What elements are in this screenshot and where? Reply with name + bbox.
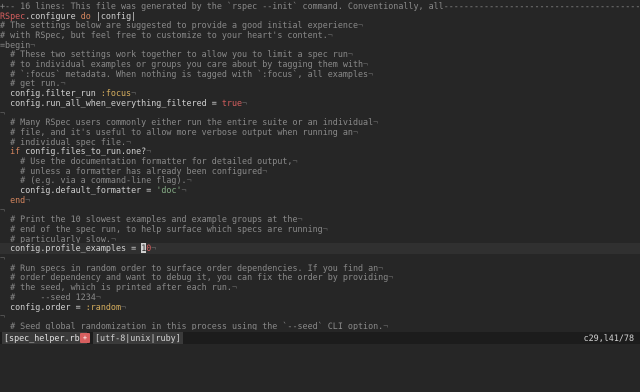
code-token: ¬ xyxy=(95,291,101,302)
modified-icon: + xyxy=(80,333,90,343)
code-token: # Many RSpec users commonly either run t… xyxy=(0,117,374,128)
code-token: ¬ xyxy=(146,146,152,157)
code-token: true xyxy=(221,97,243,108)
code-token: RSpec xyxy=(0,10,26,21)
code-token: ¬ xyxy=(231,282,237,293)
code-token: ¬ xyxy=(242,97,248,108)
code-token: ¬ xyxy=(352,126,358,137)
code-token: # The settings below are suggested to pr… xyxy=(0,20,358,31)
command-line[interactable] xyxy=(0,346,640,360)
code-token: do xyxy=(80,10,91,21)
status-filename: [spec_helper.rb] xyxy=(2,332,87,344)
status-bar: [spec_helper.rb] + [utf-8|unix|ruby] c29… xyxy=(0,332,640,344)
editor-pane[interactable]: +-- 16 lines: This file was generated by… xyxy=(0,0,640,330)
code-token: ¬ xyxy=(181,185,187,196)
code-token: ¬ xyxy=(0,253,6,263)
code-token: end xyxy=(0,194,26,205)
code-token: ¬ xyxy=(373,117,379,128)
code-token: # with RSpec, but feel free to customize… xyxy=(0,29,328,40)
code-token: ¬ xyxy=(25,194,31,205)
status-encoding: [utf-8|unix|ruby] xyxy=(93,332,183,344)
code-token: ¬ xyxy=(347,49,353,60)
code-token: config.profile_examples = xyxy=(0,243,142,254)
code-token: ¬ xyxy=(0,204,6,215)
code-token: :random xyxy=(85,301,122,312)
code-token: ¬ xyxy=(60,78,66,89)
code-token: # Run specs in random order to surface o… xyxy=(0,262,379,273)
code-token: |config| xyxy=(90,10,137,21)
code-token: ¬ xyxy=(131,88,137,99)
code-token: # to individual examples or groups you c… xyxy=(0,59,364,69)
status-position: c29,l41/78 xyxy=(583,333,634,343)
code-token: ¬ xyxy=(262,165,268,176)
code-token: # get run. xyxy=(0,78,61,89)
code-token: :focus xyxy=(100,88,132,99)
code-token: =begin xyxy=(0,39,31,50)
code-token: ¬ xyxy=(383,320,389,330)
code-token: # `:focus` metadata. When nothing is tag… xyxy=(0,68,369,79)
code-token: config.default_formatter = xyxy=(0,185,157,196)
code-token: ¬ xyxy=(121,301,127,312)
code-token: # Print the 10 slowest examples and exam… xyxy=(0,214,298,225)
code-token: ¬ xyxy=(151,243,157,254)
code-token: ¬ xyxy=(110,233,116,244)
code-token: ¬ xyxy=(126,136,132,147)
code-token: # file, and it's useful to allow more ve… xyxy=(0,126,353,137)
code-token: # These two settings work together to al… xyxy=(0,49,348,60)
code-token: # the seed, which is printed after each … xyxy=(0,282,232,293)
code-token: ¬ xyxy=(388,272,394,283)
code-token: ¬ xyxy=(297,214,303,225)
code-token: # Use the documentation formatter for de… xyxy=(0,156,293,166)
code-token: # particularly slow. xyxy=(0,233,111,244)
code-line[interactable]: # Seed global randomization in this proc… xyxy=(0,321,640,330)
code-token: .configure xyxy=(25,10,81,21)
code-token: ¬ xyxy=(0,311,6,322)
code-token: ¬ xyxy=(0,107,6,118)
code-token: # unless a formatter has already been co… xyxy=(0,165,263,176)
code-token: ¬ xyxy=(186,175,192,186)
code-token: ¬ xyxy=(322,223,328,234)
code-token: # end of the spec run, to help surface w… xyxy=(0,223,323,234)
code-token: ¬ xyxy=(358,20,364,31)
code-token: ¬ xyxy=(378,262,384,273)
code-token: 'doc' xyxy=(156,185,182,196)
code-token: ¬ xyxy=(327,29,333,40)
code-token: config.files_to_run.one? xyxy=(20,146,147,157)
code-token: # order dependency and want to debug it,… xyxy=(0,272,389,283)
code-token: ¬ xyxy=(30,39,36,50)
code-token: # --seed 1234 xyxy=(0,291,96,302)
code-token: # (e.g. via a command-line flag). xyxy=(0,175,187,186)
code-token: ¬ xyxy=(363,59,369,69)
code-token: config.run_all_when_everything_filtered … xyxy=(0,97,222,108)
code-token: # Seed global randomization in this proc… xyxy=(0,320,384,330)
code-token: if xyxy=(0,146,21,157)
code-token: # individual spec file. xyxy=(0,136,127,147)
code-token: ¬ xyxy=(292,156,298,166)
code-token: config.filter_run xyxy=(0,88,101,99)
code-token: ¬ xyxy=(368,68,374,79)
code-token: config.order = xyxy=(0,301,86,312)
